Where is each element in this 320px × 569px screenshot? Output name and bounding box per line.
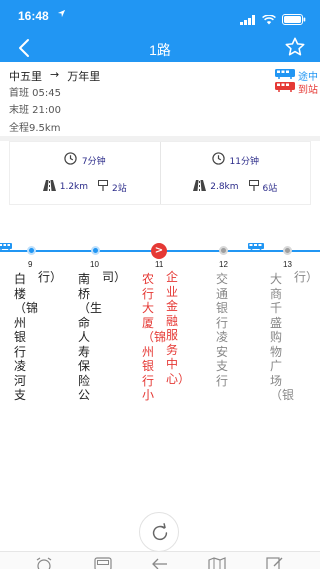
location-arrow-icon xyxy=(57,9,66,21)
battery-icon xyxy=(282,10,306,29)
station-name-tail: 行） xyxy=(294,270,319,284)
eta-stops: 6站 xyxy=(262,183,278,194)
route-info: 中五里 → 万年里 首班 05:45 末班 21:00 全程9.5km 途中 到… xyxy=(0,62,320,136)
refresh-icon xyxy=(149,522,171,548)
transfer-icon[interactable] xyxy=(151,556,169,569)
route-endpoints: 中五里 → 万年里 xyxy=(9,68,100,84)
page-title: 1路 xyxy=(149,42,171,58)
alarm-clock-icon[interactable] xyxy=(35,556,53,569)
edit-icon[interactable] xyxy=(266,556,284,569)
eta-card-1[interactable]: 7分钟 1.2km 2站 xyxy=(10,142,160,204)
bus-stop-sign-icon xyxy=(98,180,109,194)
eta-card-2[interactable]: 11分钟 2.8km 6站 xyxy=(159,142,311,204)
bus-en-route-icon[interactable] xyxy=(248,236,264,251)
station-name-tail: 企业金融服务中心） xyxy=(166,270,191,386)
station-dot[interactable] xyxy=(219,246,228,255)
station-name-tail: 行） xyxy=(38,270,63,284)
station-name[interactable]: 大商千盛购物广场（银 xyxy=(270,272,294,403)
road-icon xyxy=(42,180,56,194)
wifi-icon xyxy=(262,10,276,29)
clock-icon xyxy=(64,152,77,168)
road-icon xyxy=(193,180,207,194)
station-name[interactable]: 白楼（锦州银行凌河支 xyxy=(14,272,38,403)
eta-time: 11分钟 xyxy=(229,156,259,167)
eta-distance: 2.8km xyxy=(210,182,239,192)
status-bar: 16:48 xyxy=(0,0,320,34)
station-name-tail: 司） xyxy=(102,270,127,284)
bus-icon[interactable] xyxy=(94,556,112,569)
current-station-marker[interactable]: > xyxy=(151,243,167,259)
clock-icon xyxy=(211,152,225,168)
station-number: 11 xyxy=(155,260,164,269)
station-dot[interactable] xyxy=(283,246,292,255)
status-time: 16:48 xyxy=(18,9,49,23)
station-name[interactable]: 交通银行凌安支行 xyxy=(216,272,230,388)
map-icon[interactable] xyxy=(208,556,226,569)
station-number: 13 xyxy=(283,260,292,269)
star-outline-icon[interactable] xyxy=(284,36,306,58)
station-dot[interactable] xyxy=(91,246,100,255)
bus-stop-sign-icon xyxy=(248,180,259,194)
eta-time: 7分钟 xyxy=(81,156,106,167)
last-bus-time: 末班 21:00 xyxy=(9,105,61,116)
first-bus-time: 首班 05:45 xyxy=(9,88,61,99)
refresh-button[interactable] xyxy=(139,512,179,552)
station-dot[interactable] xyxy=(27,246,36,255)
station-number: 9 xyxy=(28,260,33,269)
bus-arrived-icon xyxy=(275,82,295,95)
eta-distance: 1.2km xyxy=(59,182,89,192)
nav-bar: 1路 xyxy=(0,34,320,62)
bottom-tab-bar xyxy=(0,551,320,569)
total-distance: 全程9.5km xyxy=(9,123,61,134)
route-start: 中五里 xyxy=(9,70,42,83)
legend-arrived: 到站 xyxy=(275,81,318,96)
signal-bars-icon xyxy=(240,10,256,29)
station-name[interactable]: 南桥（生命人寿保险公 xyxy=(78,272,102,403)
eta-section: 7分钟 1.2km 2站 11分钟 2.8km 6站 xyxy=(9,141,311,205)
station-number: 10 xyxy=(90,260,99,269)
route-end: 万年里 xyxy=(67,70,101,83)
route-arrow: → xyxy=(50,68,60,81)
legend-arrived-label: 到站 xyxy=(298,85,318,96)
station-number: 12 xyxy=(219,260,228,269)
station-name[interactable]: 农行大厦（锦州银行小 xyxy=(142,272,166,403)
bus-en-route-icon[interactable] xyxy=(0,236,12,251)
eta-stops: 2站 xyxy=(112,183,127,194)
